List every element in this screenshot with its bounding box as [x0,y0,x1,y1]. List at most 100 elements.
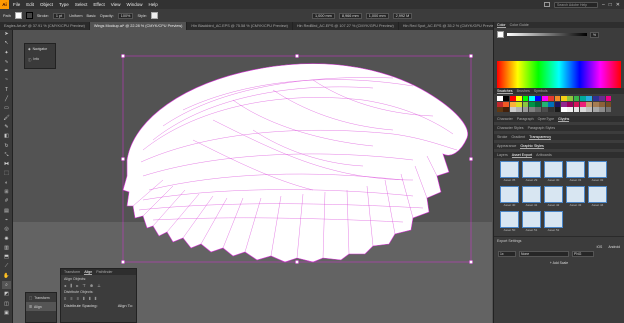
column-graph-tool-icon[interactable]: ▥ [2,244,11,252]
distribute-right-icon[interactable]: ⦀ [95,296,97,301]
curvature-tool-icon[interactable]: ~ [2,76,11,84]
swatch[interactable] [586,101,593,107]
swatch[interactable] [548,96,554,101]
line-tool-icon[interactable]: ╱ [2,95,11,103]
swatch[interactable] [516,101,522,107]
asset-item[interactable]: Asset 43 [566,186,585,208]
fill-stroke-icon[interactable]: ◩ [2,290,11,298]
distribute-hcenter-icon[interactable]: ⦀ [89,296,91,301]
swatch[interactable] [522,107,529,113]
tab-paragraph[interactable]: Paragraph [517,117,534,121]
align-hcenter-icon[interactable]: ⫼ [70,283,72,288]
swatch[interactable] [516,96,522,101]
tab-transparency[interactable]: Transparency [529,135,552,140]
perspective-grid-tool-icon[interactable]: ⊞ [2,188,11,196]
swatch[interactable] [548,107,554,113]
swatch[interactable] [580,107,586,113]
tab-layers[interactable]: Layers [497,153,508,157]
tab-artboards[interactable]: Artboards [536,153,552,157]
tab-stroke[interactable]: Stroke [497,135,507,139]
format-select[interactable]: PNG [572,251,594,258]
swatch[interactable] [573,96,580,101]
lasso-tool-icon[interactable]: ∿ [2,58,11,66]
tab-symbols[interactable]: Symbols [534,89,548,93]
rectangle-tool-icon[interactable]: ▭ [2,104,11,112]
tab-character[interactable]: Character [497,117,513,121]
artboard-tool-icon[interactable]: ⬒ [2,253,11,261]
hand-tool-icon[interactable]: ✋ [2,272,11,280]
swatch[interactable] [560,96,567,101]
swatch[interactable] [554,107,561,113]
tab-gradient[interactable]: Gradient [511,135,525,139]
color-spectrum[interactable] [494,41,624,91]
tab-appearance[interactable]: Appearance [497,144,516,148]
paintbrush-tool-icon[interactable]: 🖌 [2,114,11,122]
swatch[interactable] [554,101,561,107]
color-slider[interactable] [507,33,587,36]
navigator-item[interactable]: ◈ Navigator [25,44,55,54]
swatch[interactable] [599,96,606,101]
swatch[interactable] [497,96,503,101]
rotate-tool-icon[interactable]: ↻ [2,142,11,150]
distribute-vcenter-icon[interactable]: ≡ [70,296,72,301]
swatch[interactable] [548,101,554,107]
asset-item[interactable]: Asset 50 [500,211,519,233]
magic-wand-tool-icon[interactable]: ✦ [2,49,11,57]
tab-redbird[interactable]: Hin RedBird_AC.EPS @ 107.27 % (CMYK/GPU … [293,22,399,30]
menu-effect[interactable]: Effect [93,2,104,7]
tab-pathfinder[interactable]: Pathfinder [96,270,112,274]
swatch[interactable] [535,96,542,101]
menu-file[interactable]: File [13,2,20,7]
swatch[interactable] [541,101,548,107]
swatch[interactable] [535,107,542,113]
asset-item[interactable]: Asset 51 [522,211,541,233]
swatch[interactable] [573,101,580,107]
swatch[interactable] [554,96,561,101]
close-icon[interactable]: ✕ [616,2,620,8]
y-field[interactable]: 8,966 mm [338,12,362,19]
android-button[interactable]: Android [608,245,620,249]
swatch[interactable] [599,107,606,113]
swatch[interactable] [580,101,586,107]
selection-tool-icon[interactable]: ➤ [2,30,11,38]
swatch[interactable] [599,101,606,107]
width-tool-icon[interactable]: ⧓ [2,160,11,168]
tab-transform[interactable]: Transform [64,270,80,274]
swatch[interactable] [592,101,599,107]
direct-selection-tool-icon[interactable]: ↖ [2,39,11,47]
asset-item[interactable]: Asset 32 [588,161,607,183]
swatch[interactable] [567,107,574,113]
swatch[interactable] [580,96,586,101]
asset-item[interactable]: Asset 52 [544,211,563,233]
swatch[interactable] [535,101,542,107]
swatch[interactable] [497,107,503,113]
menu-window[interactable]: Window [126,2,142,7]
swatch[interactable] [509,96,516,101]
align-item[interactable]: ☰ Align [26,302,56,311]
width-field[interactable]: 1,000 mm [365,12,389,19]
swatch[interactable] [541,107,548,113]
transform-item[interactable]: ⬚ Transform [26,293,56,302]
pencil-tool-icon[interactable]: ✎ [2,123,11,131]
swatch[interactable] [605,101,612,107]
tab-align[interactable]: Align [84,270,93,275]
swatch[interactable] [586,96,593,101]
workspace-icon[interactable] [543,2,550,7]
minimize-icon[interactable]: – [602,2,605,8]
shape-builder-tool-icon[interactable]: ◐ [2,179,11,187]
eraser-tool-icon[interactable]: ◧ [2,132,11,140]
swatch[interactable] [567,101,574,107]
swatch[interactable] [503,107,510,113]
ios-button[interactable]: iOS [597,245,603,249]
swatch-grid[interactable] [494,94,624,114]
info-item[interactable]: ⓘ Info [25,54,55,64]
color-fill-swatch[interactable] [497,31,504,38]
asset-item[interactable]: Asset 41 [522,186,541,208]
swatch[interactable] [605,107,612,113]
menu-view[interactable]: View [111,2,121,7]
tab-opentype[interactable]: OpenType [538,117,555,121]
symbol-sprayer-tool-icon[interactable]: ✺ [2,235,11,243]
gradient-tool-icon[interactable]: ▤ [2,207,11,215]
type-tool-icon[interactable]: T [2,86,11,94]
menu-select[interactable]: Select [75,2,88,7]
